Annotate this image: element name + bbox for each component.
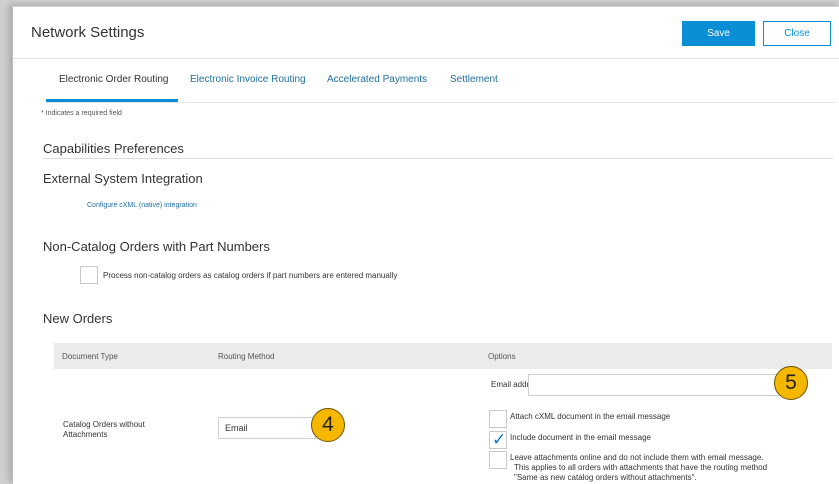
leave-attachments-line1: Leave attachments online and do not incl… <box>510 453 764 462</box>
page-title: Network Settings <box>31 24 145 41</box>
callout-4: 4 <box>311 408 345 442</box>
include-document-label: Include document in the email message <box>510 433 651 442</box>
attach-cxml-label: Attach cXML document in the email messag… <box>510 412 671 421</box>
column-header-options: Options <box>488 352 516 361</box>
tab-bar: Electronic Order Routing Electronic Invo… <box>46 65 836 103</box>
new-orders-heading: New Orders <box>43 311 113 326</box>
active-tab-indicator <box>46 99 178 102</box>
tab-accelerated-payments[interactable]: Accelerated Payments <box>327 74 427 85</box>
configure-cxml-link[interactable]: Configure cXML (native) integration <box>87 202 197 209</box>
email-address-input[interactable] <box>528 374 791 396</box>
process-non-catalog-label: Process non-catalog orders as catalog or… <box>103 271 398 280</box>
capabilities-preferences-heading: Capabilities Preferences <box>43 141 184 156</box>
leave-attachments-line2: This applies to all orders with attachme… <box>514 463 768 472</box>
network-settings-panel: Network Settings Save Close Electronic O… <box>12 6 839 484</box>
close-button[interactable]: Close <box>763 21 831 46</box>
leave-attachments-label: Leave attachments online and do not incl… <box>510 453 767 483</box>
include-document-checkbox[interactable]: ✓ <box>489 431 507 449</box>
tab-electronic-order-routing[interactable]: Electronic Order Routing <box>59 74 169 85</box>
document-type-label-line2: Attachments <box>63 430 108 439</box>
checkmark-icon: ✓ <box>492 430 507 449</box>
save-button[interactable]: Save <box>682 21 755 46</box>
process-non-catalog-checkbox[interactable] <box>80 266 98 284</box>
document-type-label-line1: Catalog Orders without <box>63 420 145 429</box>
column-header-routing-method: Routing Method <box>218 352 275 361</box>
section-divider <box>43 158 833 159</box>
leave-attachments-line3: "Same as new catalog orders without atta… <box>514 473 697 482</box>
non-catalog-orders-heading: Non-Catalog Orders with Part Numbers <box>43 239 270 254</box>
tab-settlement[interactable]: Settlement <box>450 74 498 85</box>
tab-electronic-invoice-routing[interactable]: Electronic Invoice Routing <box>190 74 306 85</box>
column-header-document-type: Document Type <box>62 352 118 361</box>
required-field-note: * Indicates a required field <box>41 110 122 117</box>
header-bar: Network Settings Save Close <box>13 7 839 59</box>
attach-cxml-checkbox[interactable] <box>489 410 507 428</box>
routing-method-select[interactable]: Email <box>218 417 316 439</box>
table-header: Document Type Routing Method Options <box>54 343 832 369</box>
callout-5: 5 <box>774 366 808 400</box>
leave-attachments-checkbox[interactable] <box>489 451 507 469</box>
external-system-integration-heading: External System Integration <box>43 171 203 186</box>
